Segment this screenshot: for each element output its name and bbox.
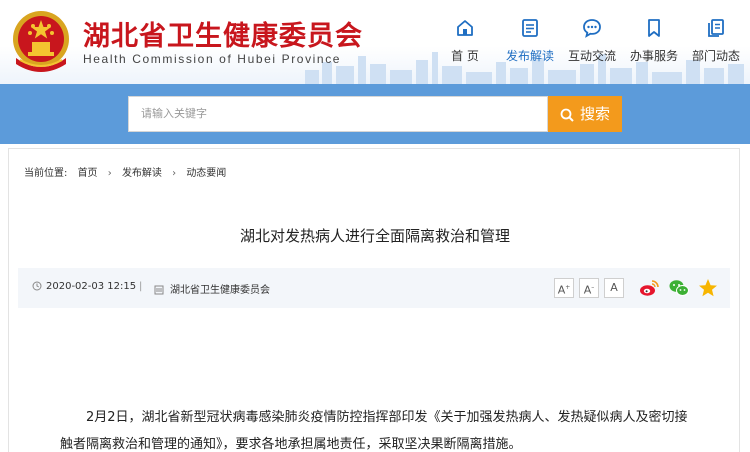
national-emblem-logo [13,11,69,72]
pages-icon [708,19,724,37]
building-icon [154,285,164,295]
nav-label: 办事服务 [629,49,678,63]
breadcrumb-separator: › [107,168,112,179]
font-default-button[interactable]: A– [579,278,599,298]
breadcrumb: 当前位置: 首页 › 发布解读 › 动态要闻 [24,164,233,179]
nav-label: 互动交流 [567,49,616,63]
nav-label: 发布解读 [505,49,554,63]
breadcrumb-news[interactable]: 动态要闻 [186,168,226,179]
font-increase-button[interactable]: A+ [554,278,574,298]
bookmark-icon [648,19,660,37]
wechat-icon[interactable] [668,277,690,299]
nav-item-services[interactable]: 办事服务 [619,18,689,68]
clock-icon [32,281,42,291]
breadcrumb-releases[interactable]: 发布解读 [122,168,162,179]
article-title: 湖北对发热病人进行全面隔离救治和管理 [239,227,510,245]
main-navigation: 首 页 发布解读 互动交流 办事服务 部门动态 [440,18,750,68]
chat-bubble-icon [583,19,601,38]
site-subtitle: Health Commission of Hubei Province [83,52,342,66]
article-meta-bar: 2020-02-03 12:15 | 湖北省卫生健康委员会 A+ A– A [18,268,730,308]
publish-date-text: 2020-02-03 12:15 [46,281,137,292]
search-input[interactable]: 请输入关键字 [128,96,548,132]
search-button-label: 搜索 [579,105,610,123]
article-body-paragraph: 2月2日，湖北省新型冠状病毒感染肺炎疫情防控指挥部印发《关于加强发热病人、发热疑… [60,410,688,452]
search-icon [560,108,574,122]
font-decrease-button[interactable]: A [604,278,624,298]
nav-item-interaction[interactable]: 互动交流 [557,18,627,68]
weibo-icon[interactable] [638,277,660,299]
site-header: 湖北省卫生健康委员会 Health Commission of Hubei Pr… [0,0,750,84]
nav-label: 首 页 [451,49,479,63]
search-button[interactable]: 搜索 [548,96,622,132]
breadcrumb-home[interactable]: 首页 [78,168,98,179]
breadcrumb-prefix: 当前位置: [24,168,68,179]
nav-item-department-news[interactable]: 部门动态 [681,18,750,68]
meta-divider: | [139,281,143,292]
document-icon [522,19,538,37]
article-source-text: 湖北省卫生健康委员会 [170,285,270,296]
breadcrumb-separator: › [172,168,177,179]
nav-item-releases[interactable]: 发布解读 [495,18,565,68]
nav-item-home[interactable]: 首 页 [430,18,500,68]
favorite-star-icon[interactable] [697,277,719,299]
nav-label: 部门动态 [691,49,740,63]
site-title[interactable]: 湖北省卫生健康委员会 [83,14,363,53]
home-icon [457,20,473,36]
article-source: 湖北省卫生健康委员会 [154,281,270,296]
publish-date: 2020-02-03 12:15 [32,281,136,292]
